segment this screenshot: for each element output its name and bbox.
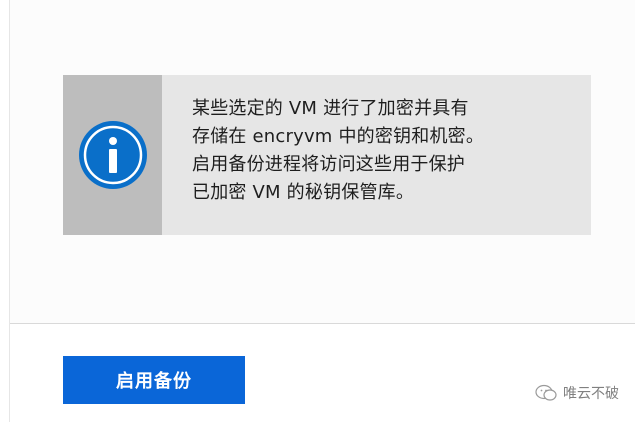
wechat-icon	[535, 384, 557, 401]
info-icon	[78, 121, 147, 189]
message-line: 已加密 VM 的秘钥保管库。	[192, 182, 415, 203]
enable-backup-button[interactable]: 启用备份	[63, 356, 245, 404]
info-banner: 某些选定的 VM 进行了加密并具有 存储在 encryvm 中的密钥和机密。 启…	[63, 75, 591, 235]
watermark-text: 唯云不破	[563, 386, 619, 402]
info-banner-icon-area	[63, 75, 162, 235]
message-line: 启用备份进程将访问这些用于保护	[192, 154, 465, 175]
info-banner-message: 某些选定的 VM 进行了加密并具有 存储在 encryvm 中的密钥和机密。 启…	[162, 75, 591, 235]
footer-divider	[10, 323, 635, 324]
message-line: 存储在 encryvm 中的密钥和机密。	[192, 126, 485, 147]
message-line: 某些选定的 VM 进行了加密并具有	[192, 98, 469, 119]
watermark: 唯云不破	[535, 383, 619, 403]
